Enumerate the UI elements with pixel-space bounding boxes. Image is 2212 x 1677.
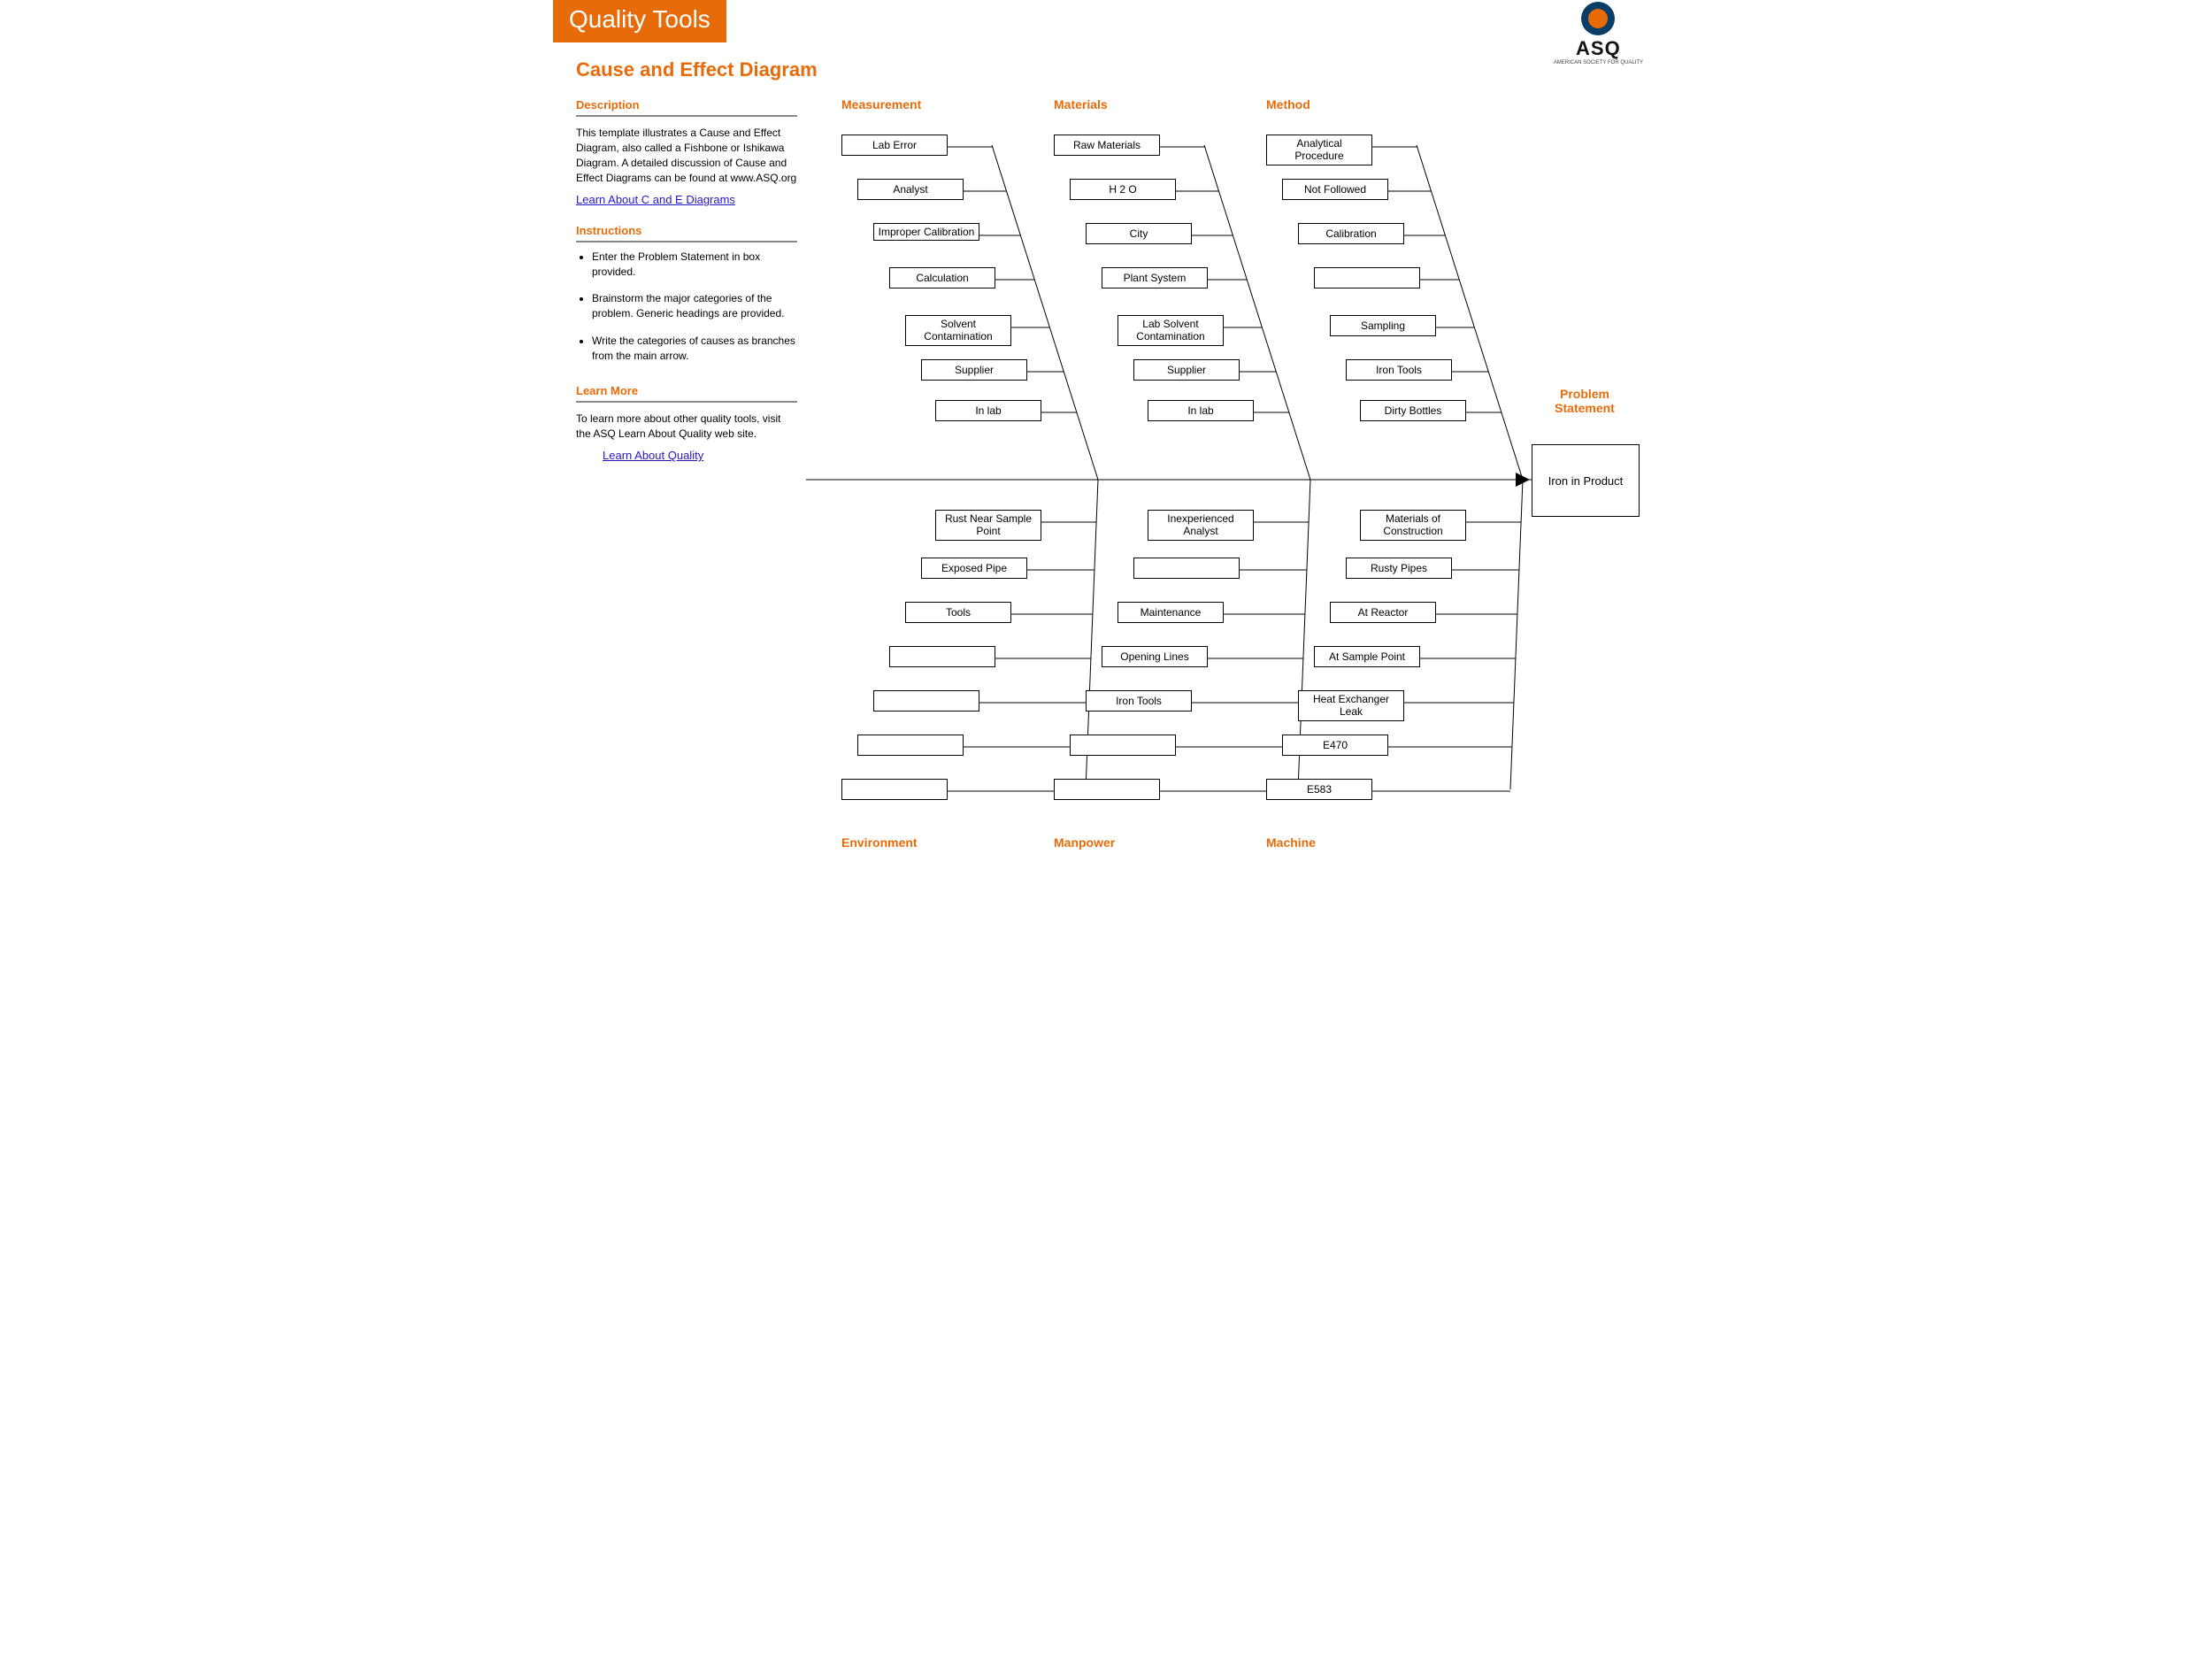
cause-box[interactable]: Lab Error [841,135,948,156]
cause-box[interactable]: E470 [1282,735,1388,756]
cause-box[interactable]: Iron Tools [1086,690,1192,712]
cause-box[interactable]: Solvent Contamination [905,315,1011,346]
cause-box[interactable]: In lab [935,400,1041,421]
category-label: Materials [1054,97,1108,112]
learn-more-text: To learn more about other quality tools,… [576,412,797,442]
cause-box[interactable]: Rusty Pipes [1346,558,1452,579]
fishbone-svg [806,90,1655,887]
asq-logo: ASQ AMERICAN SOCIETY FOR QUALITY [1554,2,1643,66]
cause-box[interactable]: Materials of Construction [1360,510,1466,541]
cause-box[interactable]: Rust Near Sample Point [935,510,1041,541]
cause-box[interactable]: Opening Lines [1102,646,1208,667]
cause-box[interactable]: Raw Materials [1054,135,1160,156]
cause-box[interactable] [1133,558,1240,579]
learn-quality-link[interactable]: Learn About Quality [603,449,703,462]
cause-box[interactable]: H 2 O [1070,179,1176,200]
cause-box[interactable]: E583 [1266,779,1372,800]
problem-statement-box[interactable]: Iron in Product [1532,444,1640,517]
category-label: Measurement [841,97,921,112]
cause-box[interactable]: Maintenance [1118,602,1224,623]
logo-brand: ASQ [1554,37,1643,60]
description-text: This template illustrates a Cause and Ef… [576,126,797,185]
sidebar: Description This template illustrates a … [553,90,797,472]
instruction-item: Write the categories of causes as branch… [592,334,797,364]
cause-box[interactable] [1054,779,1160,800]
cause-box[interactable]: Supplier [921,359,1027,381]
instructions-list: Enter the Problem Statement in box provi… [576,250,797,364]
learn-ce-link[interactable]: Learn About C and E Diagrams [576,193,735,206]
instruction-item: Enter the Problem Statement in box provi… [592,250,797,280]
page-title: Cause and Effect Diagram [576,58,1659,81]
cause-box[interactable]: At Sample Point [1314,646,1420,667]
cause-box[interactable]: Iron Tools [1346,359,1452,381]
cause-box[interactable] [841,779,948,800]
cause-box[interactable]: Analyst [857,179,964,200]
instruction-item: Brainstorm the major categories of the p… [592,291,797,321]
cause-box[interactable] [1070,735,1176,756]
cause-box[interactable]: Not Followed [1282,179,1388,200]
cause-box[interactable]: Calculation [889,267,995,288]
category-label: Method [1266,97,1310,112]
category-label: Machine [1266,835,1316,850]
page-banner: Quality Tools [553,0,726,42]
cause-box[interactable]: At Reactor [1330,602,1436,623]
cause-box[interactable] [857,735,964,756]
cause-box[interactable]: In lab [1148,400,1254,421]
cause-box[interactable]: Lab Solvent Contamination [1118,315,1224,346]
cause-box[interactable]: Calibration [1298,223,1404,244]
cause-box[interactable]: Analytical Procedure [1266,135,1372,165]
cause-box[interactable]: Sampling [1330,315,1436,336]
cause-box[interactable] [873,690,979,712]
cause-box[interactable]: Supplier [1133,359,1240,381]
problem-statement-label: Problem Statement [1532,387,1638,415]
cause-box[interactable]: Heat Exchanger Leak [1298,690,1404,721]
cause-box[interactable]: City [1086,223,1192,244]
learn-more-heading: Learn More [576,383,797,403]
cause-box[interactable]: Dirty Bottles [1360,400,1466,421]
cause-box[interactable]: Plant System [1102,267,1208,288]
cause-box[interactable] [889,646,995,667]
logo-tagline: AMERICAN SOCIETY FOR QUALITY [1554,60,1643,66]
cause-box[interactable] [1314,267,1420,288]
cause-box[interactable]: Inexperienced Analyst [1148,510,1254,541]
globe-icon [1581,2,1615,35]
category-label: Manpower [1054,835,1115,850]
cause-box[interactable]: Exposed Pipe [921,558,1027,579]
category-label: Environment [841,835,918,850]
description-heading: Description [576,97,797,117]
cause-box[interactable]: Tools [905,602,1011,623]
cause-box[interactable]: Improper Calibration [873,223,979,241]
fishbone-diagram: Measurement Lab Error Analyst Improper Cali… [806,90,1659,887]
instructions-heading: Instructions [576,223,797,242]
